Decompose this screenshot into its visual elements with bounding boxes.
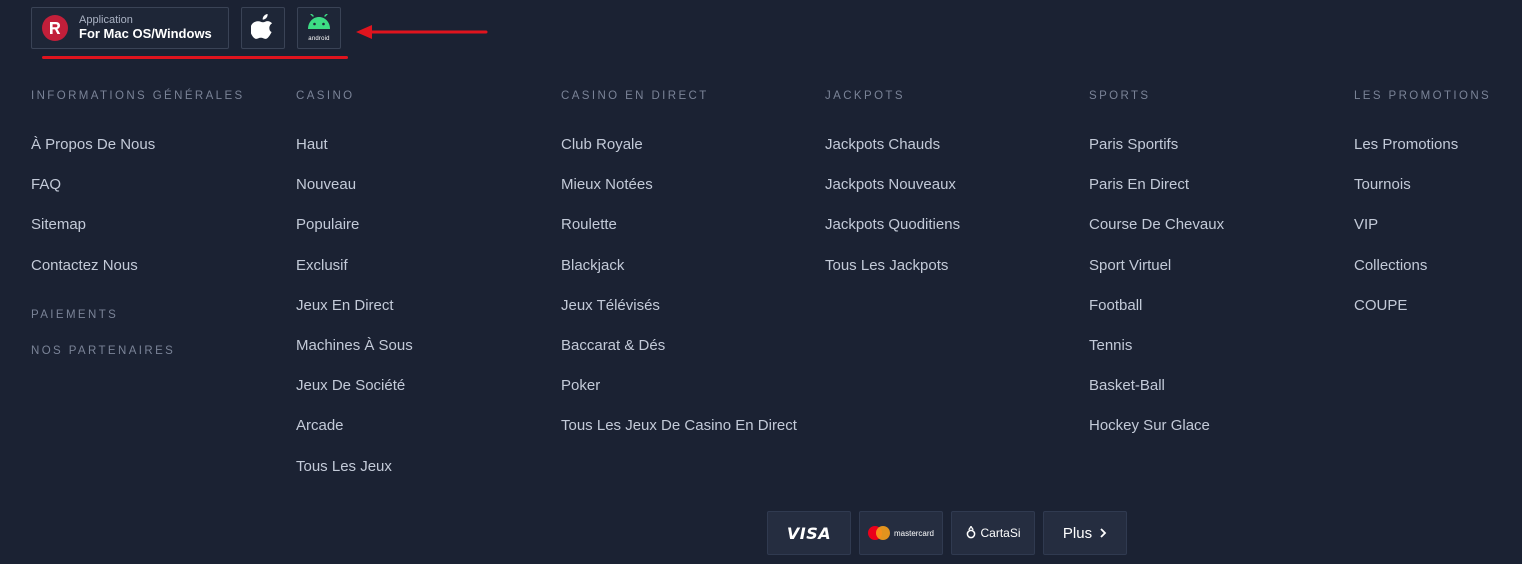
visa-card: VISA: [767, 511, 851, 555]
desktop-app-button[interactable]: Application For Mac OS/Windows: [31, 7, 229, 49]
app-platform-label: For Mac OS/Windows: [79, 25, 212, 41]
payments-link[interactable]: PAIEMENTS: [31, 309, 118, 321]
apple-icon: [250, 12, 275, 45]
annotation-arrow-icon: [356, 24, 488, 45]
mastercard-card: mastercard: [859, 511, 943, 555]
column-sports: SPORTS Paris Sportifs Paris En Direct Co…: [1089, 88, 1339, 458]
column-links: Les Promotions Tournois VIP Collections …: [1354, 136, 1501, 337]
annotation-underline: [42, 56, 348, 59]
footer-link[interactable]: Populaire: [296, 216, 546, 256]
footer-link[interactable]: Haut: [296, 136, 546, 176]
footer-link[interactable]: Jackpots Quoditiens: [825, 216, 1075, 256]
footer-link[interactable]: Tous Les Jackpots: [825, 257, 1075, 297]
app-download-bar: Application For Mac OS/Windows android: [31, 6, 341, 50]
footer-link[interactable]: Collections: [1354, 257, 1501, 297]
chevron-right-icon: [1099, 525, 1107, 542]
mastercard-logo: mastercard: [867, 526, 934, 540]
footer-link[interactable]: Paris En Direct: [1089, 176, 1339, 216]
footer-link[interactable]: Sport Virtuel: [1089, 257, 1339, 297]
footer-link[interactable]: Tournois: [1354, 176, 1501, 216]
column-general-info: INFORMATIONS GÉNÉRALES À Propos De Nous …: [31, 88, 281, 357]
more-payments-label: Plus: [1062, 524, 1093, 542]
footer-link[interactable]: Club Royale: [561, 136, 811, 176]
footer-link[interactable]: Paris Sportifs: [1089, 136, 1339, 176]
payment-methods: VISA mastercard CartaSi Plus: [767, 511, 1127, 555]
footer-link[interactable]: Tous Les Jeux: [296, 458, 546, 498]
ios-app-button[interactable]: [241, 7, 285, 49]
footer-link[interactable]: Roulette: [561, 216, 811, 256]
footer-link[interactable]: Tennis: [1089, 337, 1339, 377]
column-links: Club Royale Mieux Notées Roulette Blackj…: [561, 136, 811, 458]
footer-link[interactable]: Jeux De Société: [296, 377, 546, 417]
mastercard-label: mastercard: [893, 528, 934, 538]
column-casino: CASINO Haut Nouveau Populaire Exclusif J…: [296, 88, 546, 498]
desktop-app-text: Application For Mac OS/Windows: [79, 14, 212, 42]
column-title: JACKPOTS: [825, 90, 905, 102]
footer-link[interactable]: FAQ: [31, 176, 281, 216]
android-app-button[interactable]: android: [297, 7, 341, 49]
column-title: INFORMATIONS GÉNÉRALES: [31, 90, 245, 102]
footer-link[interactable]: Les Promotions: [1354, 136, 1501, 176]
footer-link[interactable]: Sitemap: [31, 216, 281, 256]
footer-link[interactable]: Contactez Nous: [31, 257, 281, 297]
visa-logo: VISA: [786, 523, 832, 543]
cartasi-icon: [965, 525, 977, 542]
footer-link[interactable]: Jeux Télévisés: [561, 297, 811, 337]
android-icon: [306, 13, 332, 35]
footer-link[interactable]: COUPE: [1354, 297, 1501, 337]
footer-link[interactable]: Tous Les Jeux De Casino En Direct: [561, 417, 811, 457]
mastercard-icon: [867, 526, 890, 540]
footer-link[interactable]: Machines À Sous: [296, 337, 546, 377]
footer-link[interactable]: Hockey Sur Glace: [1089, 417, 1339, 457]
column-links: Jackpots Chauds Jackpots Nouveaux Jackpo…: [825, 136, 1075, 297]
footer-link[interactable]: Baccarat & Dés: [561, 337, 811, 377]
cartasi-logo: CartaSi: [965, 525, 1021, 542]
column-jackpots: JACKPOTS Jackpots Chauds Jackpots Nouvea…: [825, 88, 1075, 297]
column-links: À Propos De Nous FAQ Sitemap Contactez N…: [31, 136, 281, 297]
footer-link[interactable]: Mieux Notées: [561, 176, 811, 216]
column-title: LES PROMOTIONS: [1354, 90, 1492, 102]
column-links: Paris Sportifs Paris En Direct Course De…: [1089, 136, 1339, 458]
footer-link[interactable]: Jeux En Direct: [296, 297, 546, 337]
app-label: Application: [79, 14, 133, 27]
more-payments-button[interactable]: Plus: [1043, 511, 1127, 555]
footer-link[interactable]: Football: [1089, 297, 1339, 337]
footer-link[interactable]: Exclusif: [296, 257, 546, 297]
column-promotions: LES PROMOTIONS Les Promotions Tournois V…: [1354, 88, 1501, 337]
column-links: Haut Nouveau Populaire Exclusif Jeux En …: [296, 136, 546, 498]
footer-link[interactable]: Arcade: [296, 417, 546, 457]
footer-link[interactable]: Basket-Ball: [1089, 377, 1339, 417]
cartasi-card: CartaSi: [951, 511, 1035, 555]
footer-link[interactable]: Poker: [561, 377, 811, 417]
column-title: CASINO: [296, 90, 355, 102]
cartasi-label: CartaSi: [980, 526, 1021, 540]
partners-link[interactable]: NOS PARTENAIRES: [31, 345, 175, 357]
footer-link[interactable]: Blackjack: [561, 257, 811, 297]
footer-link[interactable]: Course De Chevaux: [1089, 216, 1339, 256]
brand-logo-icon: [42, 15, 68, 41]
footer-link[interactable]: Jackpots Nouveaux: [825, 176, 1075, 216]
footer-link[interactable]: Nouveau: [296, 176, 546, 216]
column-title: CASINO EN DIRECT: [561, 90, 709, 102]
column-live-casino: CASINO EN DIRECT Club Royale Mieux Notée…: [561, 88, 811, 458]
footer-link[interactable]: Jackpots Chauds: [825, 136, 1075, 176]
footer-link[interactable]: À Propos De Nous: [31, 136, 281, 176]
column-title: SPORTS: [1089, 90, 1151, 102]
footer-link[interactable]: VIP: [1354, 216, 1501, 256]
android-label: android: [308, 36, 330, 42]
